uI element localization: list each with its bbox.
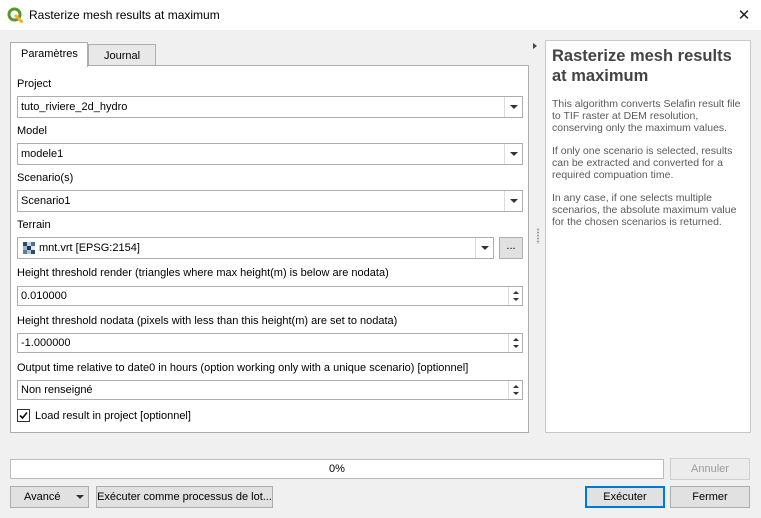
project-label: Project (17, 78, 52, 90)
terrain-label: Terrain (17, 219, 51, 231)
help-paragraph: If only one scenario is selected, result… (552, 145, 733, 181)
checkbox-checked-icon (19, 411, 28, 420)
terrain-value: mnt.vrt [EPSG:2154] (39, 242, 140, 254)
output-time-value: Non renseigné (21, 384, 93, 396)
project-value: tuto_riviere_2d_hydro (21, 101, 128, 113)
tab-journal[interactable]: Journal (88, 44, 156, 66)
height-nodata-value: -1.000000 (21, 337, 71, 349)
spin-down-icon[interactable] (512, 392, 519, 395)
help-paragraph: In any case, if one selects multiple sce… (552, 192, 737, 228)
batch-process-button[interactable]: Exécuter comme processus de lot... (96, 486, 273, 508)
close-icon[interactable]: ✕ (733, 4, 755, 26)
title-bar: Rasterize mesh results at maximum ✕ (0, 0, 761, 30)
cancel-button[interactable]: Annuler (670, 458, 750, 480)
dropdown-arrow-icon[interactable] (504, 144, 522, 164)
spin-up-icon[interactable] (512, 291, 519, 294)
height-render-label: Height threshold render (triangles where… (17, 267, 389, 279)
terrain-browse-button[interactable]: ... (499, 237, 523, 259)
output-time-spinbox[interactable]: Non renseigné (17, 380, 523, 400)
dropdown-arrow-icon[interactable] (504, 191, 522, 211)
spin-down-icon[interactable] (512, 345, 519, 348)
advanced-button[interactable]: Avancé (10, 486, 89, 508)
splitter-handle[interactable] (537, 228, 539, 244)
window-title: Rasterize mesh results at maximum (29, 8, 220, 22)
scenario-value: Scenario1 (21, 195, 71, 207)
project-combo[interactable]: tuto_riviere_2d_hydro (17, 96, 523, 118)
model-value: modele1 (21, 148, 64, 160)
progress-bar: 0% (10, 459, 664, 479)
model-combo[interactable]: modele1 (17, 143, 523, 165)
help-paragraph: This algorithm converts Selafin result f… (552, 98, 741, 134)
qgis-logo-icon (7, 7, 23, 23)
close-button[interactable]: Fermer (670, 486, 750, 508)
height-nodata-label: Height threshold nodata (pixels with les… (17, 315, 398, 327)
dropdown-arrow-icon[interactable] (475, 238, 493, 258)
spin-up-icon[interactable] (512, 385, 519, 388)
run-button[interactable]: Exécuter (585, 486, 665, 508)
height-render-value: 0.010000 (21, 290, 67, 302)
dropdown-arrow-icon (76, 495, 84, 499)
spin-up-icon[interactable] (512, 338, 519, 341)
scenario-combo[interactable]: Scenario1 (17, 190, 523, 212)
model-label: Model (17, 125, 47, 137)
raster-layer-icon (23, 242, 35, 254)
height-nodata-spinbox[interactable]: -1.000000 (17, 333, 523, 353)
dropdown-arrow-icon[interactable] (504, 97, 522, 117)
scenario-label: Scenario(s) (17, 172, 74, 184)
parameters-panel: Project tuto_riviere_2d_hydro Model mode… (10, 65, 529, 433)
advanced-label: Avancé (24, 491, 61, 503)
output-time-label: Output time relative to date0 in hours (… (17, 362, 469, 374)
spin-down-icon[interactable] (512, 298, 519, 301)
load-result-checkbox[interactable] (17, 409, 30, 422)
help-panel: Rasterize mesh results at maximum This a… (545, 40, 751, 433)
help-title: Rasterize mesh results at maximum (552, 47, 732, 85)
collapse-help-arrow-icon[interactable] (533, 43, 537, 49)
load-result-label[interactable]: Load result in project [optionnel] (35, 410, 191, 422)
terrain-combo[interactable]: mnt.vrt [EPSG:2154] (17, 237, 494, 259)
height-render-spinbox[interactable]: 0.010000 (17, 286, 523, 306)
tab-parametres[interactable]: Paramètres (10, 42, 88, 67)
